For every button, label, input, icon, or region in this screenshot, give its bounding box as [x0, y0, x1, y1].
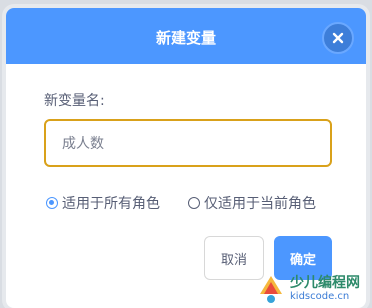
radio-unchecked-icon [188, 197, 200, 209]
close-icon [332, 32, 344, 44]
radio-this-sprite-only[interactable]: 仅适用于当前角色 [188, 193, 316, 213]
variable-name-label: 新变量名: [44, 93, 105, 109]
new-variable-dialog: 新建变量 新变量名: 适用于所有角色 仅适用于当前角色 取消 确定 [6, 8, 366, 308]
radio-all-sprites[interactable]: 适用于所有角色 [46, 193, 160, 213]
variable-name-input[interactable] [44, 119, 332, 167]
watermark-brand: 少儿编程网 [290, 275, 360, 291]
kidscode-logo-icon [260, 276, 282, 303]
close-button[interactable] [322, 22, 354, 54]
radio-checked-icon [46, 197, 58, 209]
radio-all-sprites-label: 适用于所有角色 [62, 196, 160, 212]
radio-this-sprite-only-label: 仅适用于当前角色 [204, 196, 316, 212]
watermark: 少儿编程网 kidscode.cn [254, 272, 372, 308]
watermark-domain: kidscode.cn [290, 291, 350, 302]
dialog-title: 新建变量 [155, 29, 216, 47]
dialog-header: 新建变量 [6, 8, 366, 64]
